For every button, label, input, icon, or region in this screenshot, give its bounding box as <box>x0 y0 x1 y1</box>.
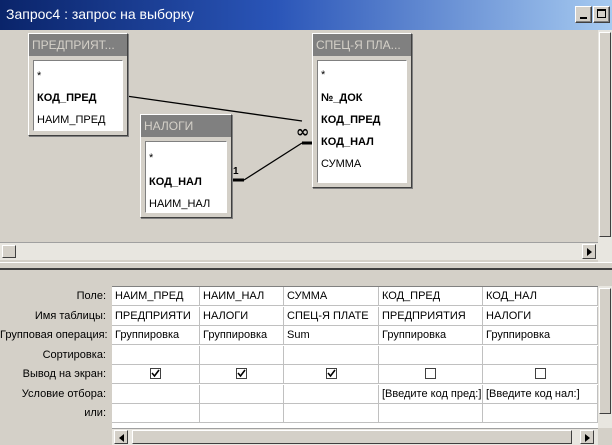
relation-many-label: ∞ <box>296 122 309 141</box>
table-predpriyatiya-fields: * КОД_ПРЕД НАИМ_ПРЕД <box>33 60 123 131</box>
show-checkbox[interactable] <box>425 368 436 379</box>
table-nalogi-fields: * КОД_НАЛ НАИМ_НАЛ <box>145 141 227 213</box>
field-kod-nal[interactable]: КОД_НАЛ <box>149 176 202 188</box>
grid-cell-group[interactable]: Группировка <box>483 326 598 345</box>
grid-row-label: или: <box>84 407 106 419</box>
grid-cell-show[interactable] <box>483 365 598 384</box>
grid-cell-field[interactable]: КОД_НАЛ <box>483 287 598 306</box>
grid-row-label: Групповая операция: <box>0 329 108 341</box>
field-summa[interactable]: СУММА <box>321 158 361 170</box>
maximize-button[interactable] <box>593 6 610 23</box>
grid-cell-show[interactable] <box>379 365 483 384</box>
scroll-left-button[interactable] <box>114 430 128 444</box>
show-checkbox[interactable] <box>236 368 247 379</box>
table-design-pane: 1 ∞ ПРЕДПРИЯТ... * КОД_ПРЕД НАИМ_ПРЕД НА… <box>0 30 612 262</box>
grid-vertical-scroll-thumb[interactable] <box>599 288 611 414</box>
show-checkbox[interactable] <box>326 368 337 379</box>
table-spec-fields: * №_ДОК КОД_ПРЕД КОД_НАЛ СУММА <box>317 60 407 183</box>
table-predpriyatiya-title[interactable]: ПРЕДПРИЯТ... <box>29 34 127 56</box>
grid-cell-table[interactable]: НАЛОГИ <box>483 306 598 326</box>
checkmark-icon <box>151 369 160 378</box>
grid-cell-sort[interactable] <box>379 345 483 365</box>
arrow-left-icon <box>119 434 124 442</box>
pane-splitter[interactable] <box>0 262 612 270</box>
design-horizontal-scrollbar[interactable] <box>0 242 598 260</box>
grid-cell-or[interactable] <box>379 404 483 423</box>
window-title: Запрос4 : запрос на выборку <box>6 6 194 22</box>
design-horizontal-scroll-thumb[interactable] <box>2 245 16 258</box>
grid-cell-table[interactable]: НАЛОГИ <box>200 306 284 326</box>
grid-row-label: Имя таблицы: <box>34 309 106 322</box>
grid-row-label: Вывод на экран: <box>22 368 106 380</box>
grid-cell-show[interactable] <box>200 365 284 384</box>
checkmark-icon <box>327 369 336 378</box>
table-nalogi-title[interactable]: НАЛОГИ <box>141 115 231 137</box>
grid-horizontal-scrollbar[interactable] <box>112 428 598 445</box>
grid-cell-table[interactable]: ПРЕДПРИЯТИ <box>112 306 200 326</box>
grid-cell-table[interactable]: ПРЕДПРИЯТИЯ <box>379 306 483 326</box>
grid-cell-criteria[interactable] <box>200 384 284 404</box>
relation-one-label: 1 <box>233 166 239 177</box>
grid-cell-field[interactable]: СУММА <box>284 287 379 306</box>
grid-cell-table[interactable]: СПЕЦ-Я ПЛАТЕ <box>284 306 379 326</box>
field-nom-dok[interactable]: №_ДОК <box>321 92 363 104</box>
grid-cell-group[interactable]: Группировка <box>112 326 200 345</box>
grid-vertical-scrollbar[interactable] <box>598 286 612 428</box>
grid-cell-sort[interactable] <box>112 345 200 365</box>
grid-cell-criteria[interactable] <box>284 384 379 404</box>
query-grid[interactable]: НАИМ_ПРЕД ПРЕДПРИЯТИ Группировка НАИМ_НАЛ НА… <box>112 286 598 428</box>
design-vertical-scrollbar[interactable] <box>598 30 612 262</box>
grid-cell-sort[interactable] <box>483 345 598 365</box>
field-naim-nal[interactable]: НАИМ_НАЛ <box>149 198 210 210</box>
field-kod-nal[interactable]: КОД_НАЛ <box>321 136 374 148</box>
grid-cell-group[interactable]: Группировка <box>379 326 483 345</box>
grid-horizontal-scroll-thumb[interactable] <box>132 430 572 444</box>
scroll-right-button[interactable] <box>580 430 594 444</box>
grid-row-label: Поле: <box>76 290 106 302</box>
table-spec[interactable]: СПЕЦ-Я ПЛА... * №_ДОК КОД_ПРЕД КОД_НАЛ С… <box>312 33 412 188</box>
table-nalogi[interactable]: НАЛОГИ * КОД_НАЛ НАИМ_НАЛ <box>140 114 232 218</box>
scroll-right-button[interactable] <box>582 244 596 259</box>
grid-row-label: Сортировка: <box>42 348 106 361</box>
show-checkbox[interactable] <box>535 368 546 379</box>
grid-cell-group[interactable]: Группировка <box>200 326 284 345</box>
show-checkbox[interactable] <box>150 368 161 379</box>
grid-cell-criteria[interactable] <box>112 384 200 404</box>
grid-cell-group[interactable]: Sum <box>284 326 379 345</box>
design-vertical-scroll-thumb[interactable] <box>599 32 611 237</box>
grid-cell-or[interactable] <box>112 404 200 423</box>
grid-row-label: Условие отбора: <box>21 387 106 400</box>
grid-cell-or[interactable] <box>200 404 284 423</box>
grid-cell-field[interactable]: КОД_ПРЕД <box>379 287 483 306</box>
grid-cell-field[interactable]: НАИМ_НАЛ <box>200 287 284 306</box>
minimize-icon <box>580 17 587 19</box>
field-star[interactable]: * <box>37 70 41 82</box>
grid-cell-or[interactable] <box>284 404 379 423</box>
grid-cell-show[interactable] <box>112 365 200 384</box>
field-kod-pred[interactable]: КОД_ПРЕД <box>37 92 97 104</box>
query-grid-pane: Поле: Имя таблицы: Групповая операция: Сорт… <box>0 270 612 445</box>
arrow-right-icon <box>585 434 590 442</box>
arrow-right-icon <box>587 248 592 256</box>
grid-cell-criteria[interactable]: [Введите код нал:] <box>483 384 598 404</box>
grid-cell-criteria[interactable]: [Введите код пред:] <box>379 384 483 404</box>
field-kod-pred[interactable]: КОД_ПРЕД <box>321 114 381 126</box>
maximize-icon <box>597 9 606 18</box>
table-predpriyatiya[interactable]: ПРЕДПРИЯТ... * КОД_ПРЕД НАИМ_ПРЕД <box>28 33 128 136</box>
minimize-button[interactable] <box>575 6 592 23</box>
field-star[interactable]: * <box>321 69 325 81</box>
relation-line-nal <box>243 142 303 181</box>
field-naim-pred[interactable]: НАИМ_ПРЕД <box>37 114 106 126</box>
grid-cell-field[interactable]: НАИМ_ПРЕД <box>112 287 200 306</box>
table-spec-title[interactable]: СПЕЦ-Я ПЛА... <box>313 34 411 56</box>
grid-cell-show[interactable] <box>284 365 379 384</box>
checkmark-icon <box>237 369 246 378</box>
grid-cell-sort[interactable] <box>284 345 379 365</box>
title-bar: Запрос4 : запрос на выборку <box>0 0 612 30</box>
grid-cell-or[interactable] <box>483 404 598 423</box>
grid-cell-sort[interactable] <box>200 345 284 365</box>
field-star[interactable]: * <box>149 152 153 164</box>
